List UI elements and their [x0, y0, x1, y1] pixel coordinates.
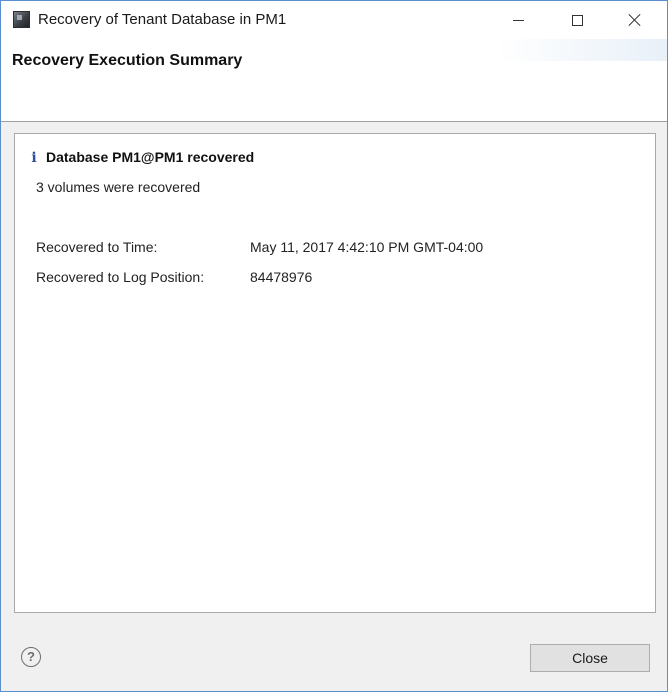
minimize-icon	[512, 19, 524, 21]
dialog-window: Recovery of Tenant Database in PM1 Recov…	[0, 0, 668, 692]
detail-value-log-position: 84478976	[250, 269, 313, 285]
status-title: Database PM1@PM1 recovered	[46, 149, 255, 165]
page-title: Recovery Execution Summary	[12, 52, 243, 69]
header-divider	[1, 121, 667, 122]
title-bar[interactable]: Recovery of Tenant Database in PM1	[1, 1, 667, 39]
wizard-header: Recovery Execution Summary	[1, 39, 667, 121]
summary-panel: i Database PM1@PM1 recovered 3 volumes w…	[14, 133, 656, 613]
app-icon	[13, 11, 30, 28]
maximize-icon	[571, 14, 583, 26]
status-subtitle: 3 volumes were recovered	[36, 179, 201, 195]
detail-label-time: Recovered to Time:	[36, 239, 158, 255]
maximize-button[interactable]	[554, 1, 600, 39]
window-title: Recovery of Tenant Database in PM1	[38, 11, 287, 28]
help-icon[interactable]: ?	[21, 647, 41, 667]
close-window-button[interactable]	[612, 1, 658, 39]
close-button[interactable]: Close	[530, 644, 650, 672]
minimize-button[interactable]	[495, 1, 541, 39]
header-banner-accent	[497, 39, 667, 61]
info-icon: i	[31, 150, 37, 166]
detail-value-time: May 11, 2017 4:42:10 PM GMT-04:00	[250, 239, 484, 255]
close-icon	[628, 13, 642, 27]
detail-label-log-position: Recovered to Log Position:	[36, 269, 205, 285]
